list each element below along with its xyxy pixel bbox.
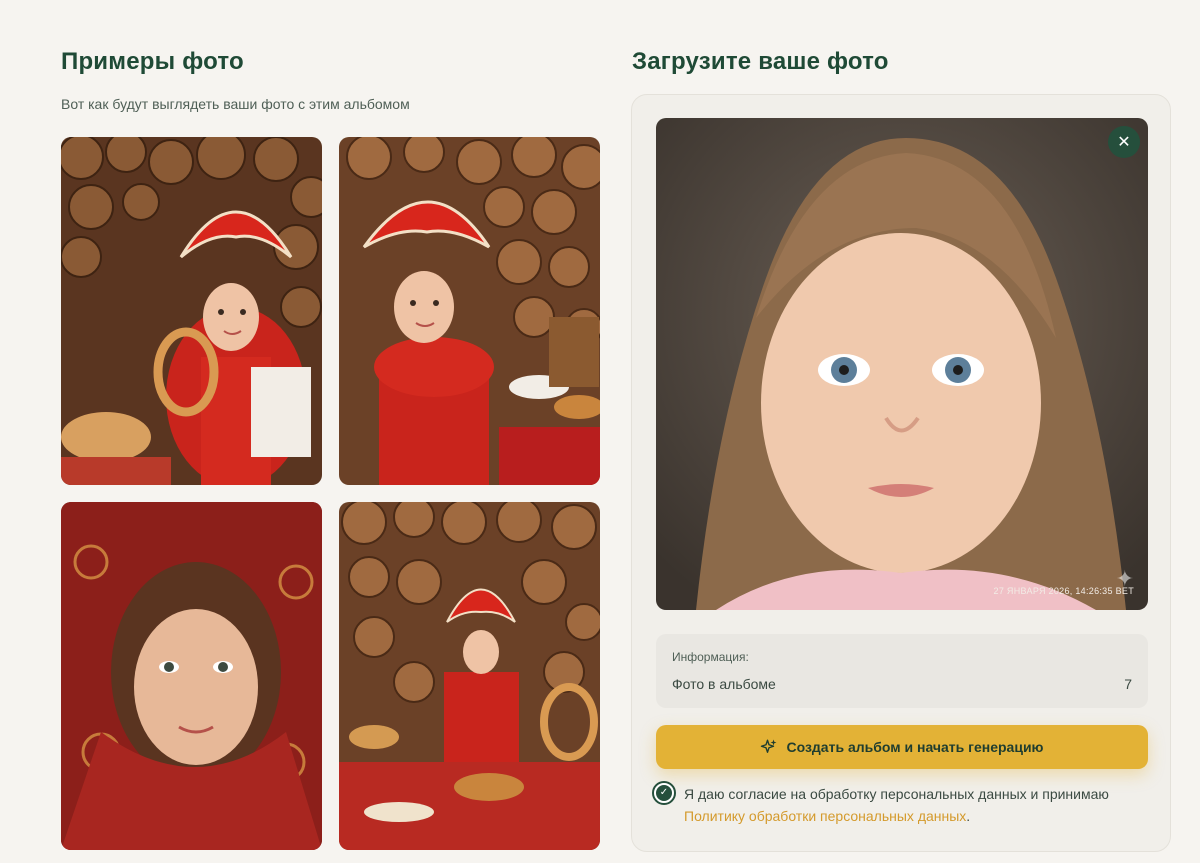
consent-text: Я даю согласие на обработку персональных…	[684, 783, 1134, 827]
info-row: Фото в альбоме 7	[672, 676, 1132, 692]
upload-card: ✕ ✦ 27 ЯНВАРЯ 2026, 14:26:35 ВЕТ Информа…	[631, 94, 1171, 852]
consent-label: Я даю согласие на обработку персональных…	[684, 786, 1109, 802]
uploaded-photo-image	[656, 118, 1148, 610]
upload-title: Загрузите ваше фото	[632, 48, 889, 75]
uploaded-photo: ✕ ✦ 27 ЯНВАРЯ 2026, 14:26:35 ВЕТ	[656, 118, 1148, 610]
examples-grid	[61, 137, 600, 850]
example-photo-4-image	[339, 502, 600, 850]
create-album-button[interactable]: Создать альбом и начать генерацию	[656, 725, 1148, 769]
privacy-policy-link[interactable]: Политику обработки персональных данных	[684, 808, 966, 824]
info-row-label: Фото в альбоме	[672, 676, 776, 692]
examples-subtitle: Вот как будут выглядеть ваши фото с этим…	[61, 96, 410, 112]
close-icon: ✕	[1117, 134, 1131, 151]
photo-timestamp: 27 ЯНВАРЯ 2026, 14:26:35 ВЕТ	[993, 586, 1134, 596]
info-label: Информация:	[672, 650, 749, 664]
remove-photo-button[interactable]: ✕	[1108, 126, 1140, 158]
example-photo-1-image	[61, 137, 322, 485]
examples-section: Примеры фото Вот как будут выглядеть ваш…	[61, 48, 601, 850]
examples-title: Примеры фото	[61, 48, 244, 75]
consent-dot: .	[966, 808, 971, 824]
consent-checkbox[interactable]: ✓	[652, 781, 676, 805]
example-photo-1[interactable]	[61, 137, 322, 485]
info-row-value: 7	[1124, 676, 1132, 692]
sparkles-icon	[761, 739, 777, 753]
example-photo-2[interactable]	[339, 137, 600, 485]
example-photo-2-image	[339, 137, 600, 485]
example-photo-3-image	[61, 502, 322, 850]
example-photo-4[interactable]	[339, 502, 600, 850]
check-icon: ✓	[656, 785, 672, 801]
example-photo-3[interactable]	[61, 502, 322, 850]
create-album-label: Создать альбом и начать генерацию	[786, 739, 1044, 755]
info-panel: Информация: Фото в альбоме 7	[656, 634, 1148, 708]
